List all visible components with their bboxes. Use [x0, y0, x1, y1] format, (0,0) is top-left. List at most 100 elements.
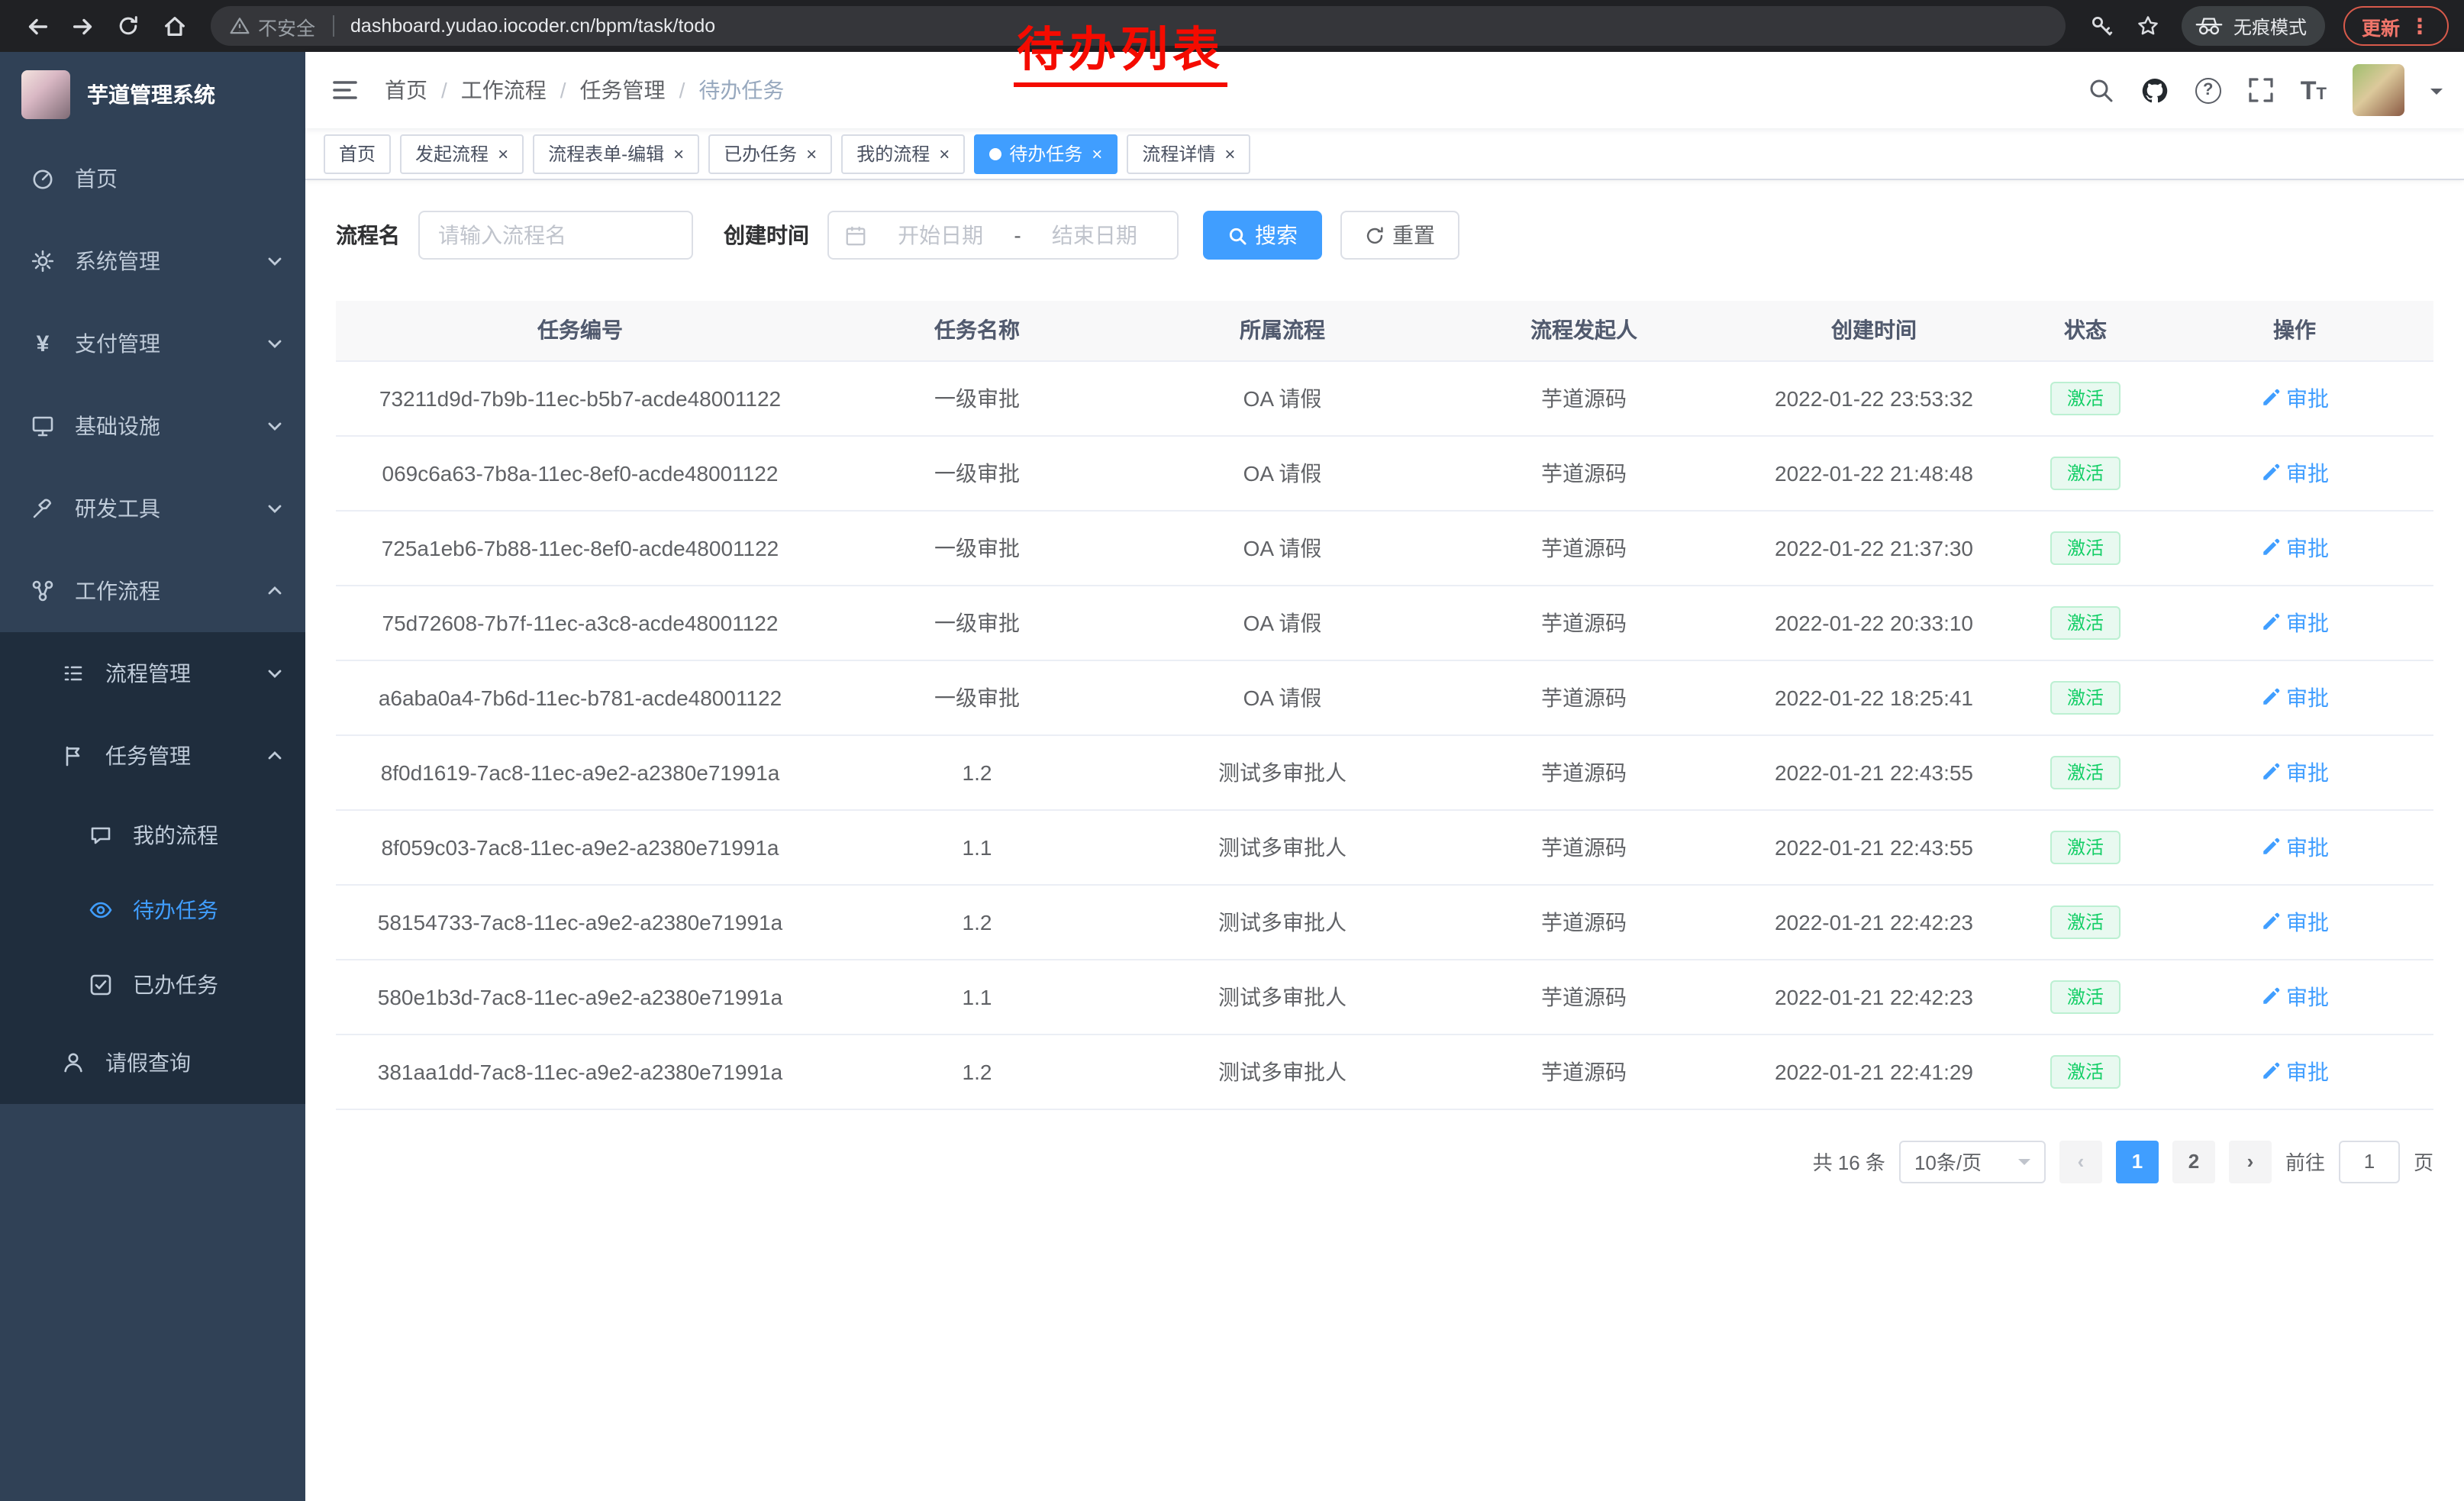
cell-created: 2022-01-21 22:41:29 — [1733, 1034, 2015, 1109]
pencil-icon — [2260, 612, 2280, 632]
sidebar: 芋道管理系统 首页 系统管理 ¥ 支付管理 — [0, 52, 305, 1501]
sidebar-toggle-button[interactable] — [330, 75, 360, 105]
close-icon[interactable]: × — [939, 144, 950, 163]
approve-link[interactable]: 审批 — [2260, 383, 2329, 413]
cell-status: 激活 — [2015, 510, 2156, 585]
goto-page-input[interactable] — [2339, 1140, 2400, 1183]
security-warning[interactable]: 不安全 — [229, 11, 315, 40]
sidebar-item-home[interactable]: 首页 — [0, 137, 305, 220]
sidebar-item-payment-mgmt[interactable]: ¥ 支付管理 — [0, 302, 305, 385]
sidebar-item-done-tasks[interactable]: 已办任务 — [0, 947, 305, 1022]
cell-created: 2022-01-21 22:43:55 — [1733, 809, 2015, 884]
prev-page-button[interactable]: ‹ — [2059, 1140, 2102, 1183]
search-button[interactable]: 搜索 — [1203, 211, 1322, 260]
tab-todo-tasks[interactable]: 待办任务 × — [974, 134, 1118, 173]
chevron-down-icon — [266, 417, 284, 435]
app-logo[interactable]: 芋道管理系统 — [0, 52, 305, 137]
cell-created: 2022-01-22 18:25:41 — [1733, 660, 2015, 734]
cell-action: 审批 — [2156, 734, 2433, 809]
navbar-actions: ? TT — [2087, 64, 2443, 116]
close-icon[interactable]: × — [498, 144, 508, 163]
close-icon[interactable]: × — [673, 144, 684, 163]
approve-link[interactable]: 审批 — [2260, 532, 2329, 563]
page-unit-label: 页 — [2414, 1147, 2433, 1176]
cell-task-name: 一级审批 — [824, 660, 1130, 734]
cell-task-id: 58154733-7ac8-11ec-a9e2-a2380e71991a — [336, 884, 824, 959]
approve-link[interactable]: 审批 — [2260, 1056, 2329, 1086]
approve-link[interactable]: 审批 — [2260, 457, 2329, 488]
user-icon — [61, 1051, 85, 1075]
user-avatar[interactable] — [2353, 64, 2404, 116]
reset-button[interactable]: 重置 — [1340, 211, 1459, 260]
chevron-down-icon — [2018, 1158, 2030, 1170]
sidebar-item-leave-query[interactable]: 请假查询 — [0, 1022, 305, 1104]
sidebar-item-todo-tasks[interactable]: 待办任务 — [0, 872, 305, 947]
cell-action: 审批 — [2156, 1034, 2433, 1109]
key-button[interactable] — [2081, 5, 2124, 47]
sidebar-item-workflow[interactable]: 工作流程 — [0, 550, 305, 632]
tab-my-process[interactable]: 我的流程 × — [841, 134, 965, 173]
cell-task-name: 1.2 — [824, 1034, 1130, 1109]
date-range-picker[interactable]: 开始日期 - 结束日期 — [827, 211, 1179, 260]
tab-process-detail[interactable]: 流程详情 × — [1127, 134, 1250, 173]
breadcrumb-item[interactable]: 工作流程 — [461, 75, 547, 105]
approve-link[interactable]: 审批 — [2260, 607, 2329, 638]
tab-process-form-edit[interactable]: 流程表单-编辑 × — [533, 134, 699, 173]
page-button-1[interactable]: 1 — [2116, 1140, 2159, 1183]
tab-initiate-process[interactable]: 发起流程 × — [400, 134, 524, 173]
table-header-row: 任务编号 任务名称 所属流程 流程发起人 创建时间 状态 操作 — [336, 301, 2433, 360]
font-size-button[interactable]: TT — [2301, 77, 2327, 103]
fullscreen-icon — [2247, 76, 2275, 104]
pencil-icon — [2260, 537, 2280, 557]
page-size-select[interactable]: 10条/页 — [1899, 1140, 2046, 1183]
cell-task-name: 1.1 — [824, 959, 1130, 1034]
chevron-up-icon — [266, 747, 284, 765]
approve-link[interactable]: 审批 — [2260, 906, 2329, 937]
github-button[interactable] — [2140, 76, 2169, 105]
refresh-icon — [1365, 225, 1385, 245]
breadcrumb-item[interactable]: 任务管理 — [580, 75, 666, 105]
approve-link[interactable]: 审批 — [2260, 981, 2329, 1012]
cell-initiator: 芋道源码 — [1435, 1034, 1733, 1109]
sidebar-item-process-mgmt[interactable]: 流程管理 — [0, 632, 305, 715]
sidebar-item-task-mgmt[interactable]: 任务管理 — [0, 715, 305, 797]
warning-icon — [229, 15, 250, 37]
approve-link[interactable]: 审批 — [2260, 831, 2329, 862]
process-name-input[interactable] — [418, 211, 693, 260]
breadcrumb-current: 待办任务 — [698, 75, 784, 105]
sidebar-item-label: 首页 — [75, 163, 118, 194]
search-button[interactable] — [2087, 76, 2114, 104]
cell-created: 2022-01-21 22:42:23 — [1733, 959, 2015, 1034]
close-icon[interactable]: × — [806, 144, 817, 163]
cell-initiator: 芋道源码 — [1435, 660, 1733, 734]
home-button[interactable] — [153, 5, 195, 47]
sidebar-item-infrastructure[interactable]: 基础设施 — [0, 385, 305, 467]
close-icon[interactable]: × — [1224, 144, 1235, 163]
next-page-button[interactable]: › — [2229, 1140, 2272, 1183]
cell-task-name: 一级审批 — [824, 435, 1130, 510]
help-button[interactable]: ? — [2195, 77, 2221, 103]
chevron-down-icon[interactable] — [2430, 89, 2443, 101]
sidebar-item-dev-tools[interactable]: 研发工具 — [0, 467, 305, 550]
sidebar-item-label: 工作流程 — [75, 576, 160, 606]
tab-done-tasks[interactable]: 已办任务 × — [708, 134, 832, 173]
cell-status: 激活 — [2015, 585, 2156, 660]
close-icon[interactable]: × — [1092, 144, 1102, 163]
forward-button[interactable] — [61, 5, 104, 47]
page-button-2[interactable]: 2 — [2172, 1140, 2215, 1183]
update-button[interactable]: 更新 ⋮ — [2343, 6, 2449, 46]
end-date-placeholder: 结束日期 — [1027, 220, 1162, 250]
breadcrumb-item[interactable]: 首页 — [385, 75, 427, 105]
reload-button[interactable] — [107, 5, 150, 47]
back-button[interactable] — [15, 5, 58, 47]
approve-link[interactable]: 审批 — [2260, 757, 2329, 787]
cell-process: 测试多审批人 — [1130, 884, 1435, 959]
tab-home[interactable]: 首页 — [324, 134, 391, 173]
bookmark-button[interactable] — [2127, 5, 2169, 47]
cell-task-name: 1.2 — [824, 734, 1130, 809]
cell-initiator: 芋道源码 — [1435, 435, 1733, 510]
sidebar-item-my-process[interactable]: 我的流程 — [0, 797, 305, 872]
sidebar-item-system-mgmt[interactable]: 系统管理 — [0, 220, 305, 302]
approve-link[interactable]: 审批 — [2260, 682, 2329, 712]
fullscreen-button[interactable] — [2247, 76, 2275, 104]
